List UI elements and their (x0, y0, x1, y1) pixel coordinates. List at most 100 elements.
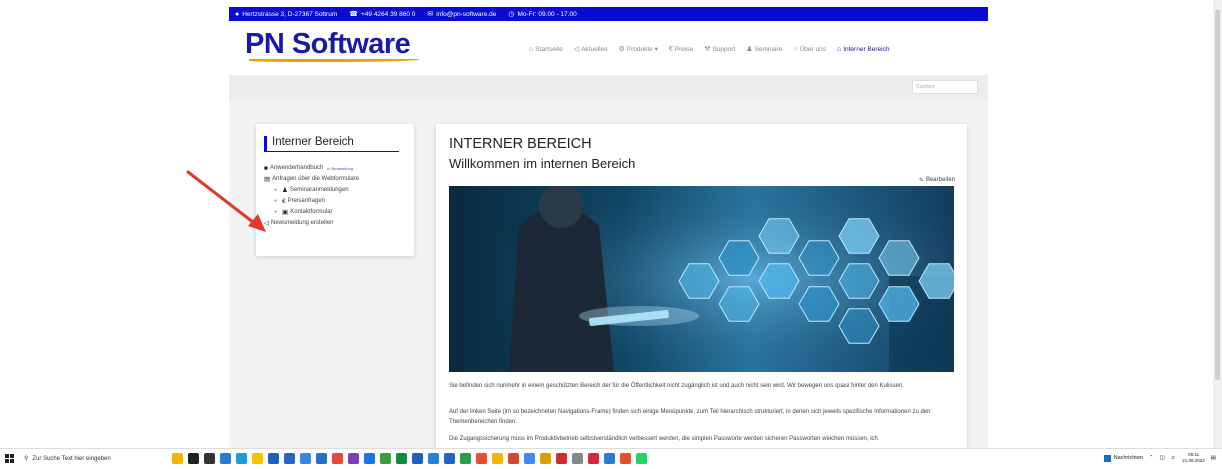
sidebar-item-4[interactable]: ● ▣ Kontaktformular (264, 207, 408, 218)
nav-label: Support (712, 45, 736, 53)
main-content: INTERNER BEREICH Willkommen im internen … (436, 124, 967, 448)
briefcase-icon: ▣ (282, 209, 289, 216)
book-icon: ■ (264, 165, 268, 172)
nav-label: Preise (674, 45, 694, 53)
taskbar-app-icon[interactable] (364, 453, 375, 464)
nav-item-3[interactable]: € Preise (669, 45, 693, 53)
envelope-icon: ✉ (427, 11, 434, 18)
email-item[interactable]: ✉ info@pn-software.de (427, 10, 496, 19)
taskbar-app-icon[interactable] (460, 453, 471, 464)
taskbar-app-icon[interactable] (428, 453, 439, 464)
clock-icon: ◷ (508, 11, 515, 18)
notification-icon[interactable]: ▤ (1211, 455, 1216, 461)
bullet-icon: ● (274, 209, 278, 215)
taskbar-app-icon[interactable] (620, 453, 631, 464)
nav-item-4[interactable]: ⚒ Support (704, 45, 736, 54)
network-icon[interactable]: ◫ (1160, 455, 1165, 461)
taskbar-app-icon[interactable] (348, 453, 359, 464)
nav-item-6[interactable]: ○ Über uns (793, 45, 826, 53)
taskbar-search[interactable]: ⚲ Zur Suche Text hier eingeben (18, 449, 168, 469)
edit-button[interactable]: ✎ Bearbeiten (919, 177, 955, 184)
sidebar-item-3[interactable]: ● € Preisanfragen (264, 196, 408, 207)
nav-item-0[interactable]: ⌂ Startseite (529, 45, 563, 53)
sidebar-item-2[interactable]: ● ♟ Seminaranmeldungen (264, 185, 408, 196)
site-logo[interactable]: PN Software (245, 29, 419, 62)
taskbar-app-icon[interactable] (380, 453, 391, 464)
taskbar-app-icon[interactable] (508, 453, 519, 464)
nav-label: Produkte ▾ (626, 46, 658, 53)
windows-taskbar: ⚲ Zur Suche Text hier eingeben Nachricht… (0, 448, 1222, 468)
hero-image (449, 186, 954, 372)
windows-logo-icon (4, 454, 14, 463)
nav-label: Startseite (535, 45, 563, 53)
taskbar-app-icon[interactable] (540, 453, 551, 464)
users-icon: ♟ (746, 46, 753, 53)
taskbar-app-icon[interactable] (284, 453, 295, 464)
vertical-scrollbar[interactable] (1213, 0, 1222, 448)
wrench-icon: ⚒ (704, 46, 711, 53)
euro-icon: € (668, 45, 673, 53)
sidebar-item-5[interactable]: ◁ Newsmeldung erstellen (264, 218, 408, 229)
nav-label: Interner Bereich (843, 45, 890, 53)
taskbar-app-icon[interactable] (572, 453, 583, 464)
speaker-icon[interactable]: ♬ (1171, 455, 1177, 461)
taskbar-app-icon[interactable] (412, 453, 423, 464)
nav-item-1[interactable]: ◁ Aktuelles (573, 45, 608, 54)
taskbar-app-icon[interactable] (636, 453, 647, 464)
taskbar-app-icon[interactable] (396, 453, 407, 464)
megaphone-icon: ◁ (573, 46, 580, 53)
users-icon: ♟ (282, 187, 288, 194)
nav-label: Seminare (754, 45, 783, 53)
clock[interactable]: 09:11 21.08.2022 (1182, 452, 1205, 464)
taskbar-app-icon[interactable] (332, 453, 343, 464)
taskbar-app-icon[interactable] (268, 453, 279, 464)
taskbar-app-icon[interactable] (588, 453, 599, 464)
nav-item-2[interactable]: ⚙ Produkte ▾ (618, 45, 657, 53)
bullet-icon: ● (274, 198, 278, 204)
sidebar-item-0[interactable]: ■ Anwenderhandbuch in Bearbeitung (264, 163, 408, 174)
search-input[interactable]: Suchen (912, 80, 978, 94)
taskbar-app-icon[interactable] (172, 453, 183, 464)
search-icon: ⚲ (24, 456, 29, 462)
sidebar-item-label: Kontaktformular (290, 209, 333, 215)
taskbar-app-icon[interactable] (444, 453, 455, 464)
taskbar-app-icon[interactable] (524, 453, 535, 464)
status-badge: in Bearbeitung (327, 166, 354, 171)
sidebar-title: Interner Bereich (264, 136, 399, 152)
taskbar-app-icon[interactable] (220, 453, 231, 464)
main-nav: ⌂ Startseite ◁ Aktuelles ⚙ Produkte ▾ € Preise ⚒… (529, 45, 889, 54)
taskbar-app-icon[interactable] (188, 453, 199, 464)
phone-icon: ☎ (349, 11, 358, 18)
phone-item[interactable]: ☎ +49 4264 39 860 0 (349, 10, 415, 19)
globe-icon: ○ (793, 45, 798, 53)
paragraph-3: Die Zugangssicherung muss im Produktivbe… (449, 436, 878, 442)
taskbar-app-icon[interactable] (476, 453, 487, 464)
hours-item: ◷ Mo-Fr: 09.00 - 17.00 (508, 10, 577, 19)
taskbar-app-icon[interactable] (316, 453, 327, 464)
scrollbar-thumb[interactable] (1215, 10, 1220, 380)
sidebar-item-label: Newsmeldung erstellen (271, 220, 334, 226)
sidebar-item-1[interactable]: ▤ Anfragen über die Webformulare (264, 174, 408, 185)
form-icon: ▤ (264, 176, 271, 183)
taskbar-app-icon[interactable] (556, 453, 567, 464)
taskbar-app-icon[interactable] (300, 453, 311, 464)
taskbar-app-icon[interactable] (492, 453, 503, 464)
taskbar-app-icon[interactable] (204, 453, 215, 464)
location-pin-icon: ● (235, 10, 240, 18)
paragraph-2: Auf der linken Seite (im so bezeichneten… (449, 409, 931, 425)
home-icon: ⌂ (529, 45, 534, 53)
chevron-up-icon[interactable]: ⌃ (1149, 455, 1154, 461)
hero-illustration (449, 186, 954, 372)
nav-item-5[interactable]: ♟ Seminare (746, 45, 783, 54)
start-button[interactable] (0, 449, 18, 469)
taskbar-app-icon[interactable] (236, 453, 247, 464)
system-tray: Nachrichten ⌃ ◫ ♬ 09:11 21.08.2022 ▤ (1103, 452, 1216, 464)
news-widget[interactable]: Nachrichten (1103, 454, 1143, 462)
nav-item-7[interactable]: ⌂ Interner Bereich (837, 45, 889, 53)
page-subtitle: Willkommen im internen Bereich (449, 156, 636, 171)
gear-icon: ⚙ (618, 46, 625, 53)
taskbar-apps (172, 453, 647, 464)
paragraph-1: Sie befinden sich nunmehr in einem gesch… (449, 383, 904, 389)
taskbar-app-icon[interactable] (252, 453, 263, 464)
taskbar-app-icon[interactable] (604, 453, 615, 464)
